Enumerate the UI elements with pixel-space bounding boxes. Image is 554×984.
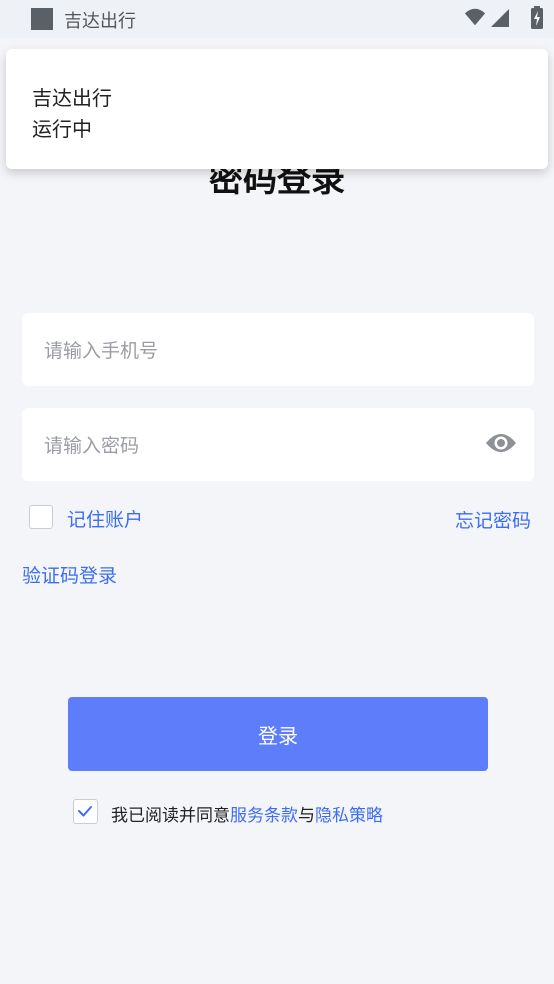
password-field <box>22 408 534 483</box>
signal-icon <box>491 9 509 27</box>
notification-text: 运行中 <box>32 117 92 141</box>
privacy-link[interactable]: 隐私策略 <box>315 806 383 826</box>
remember-account-checkbox[interactable] <box>29 505 53 529</box>
forgot-password-link[interactable]: 忘记密码 <box>455 506 531 533</box>
eye-icon[interactable] <box>485 431 517 455</box>
remember-account-label[interactable]: 记住账户 <box>67 505 143 532</box>
password-input[interactable] <box>42 408 486 483</box>
wifi-icon <box>464 8 486 26</box>
notification-card[interactable]: 吉达出行 运行中 <box>6 49 548 169</box>
app-icon <box>31 8 53 30</box>
terms-link[interactable]: 服务条款 <box>230 806 298 826</box>
agreement-and: 与 <box>298 806 315 826</box>
agreement-text: 我已阅读并同意服务条款与隐私策略 <box>111 801 383 826</box>
status-bar: 吉达出行 <box>0 0 554 38</box>
login-button[interactable]: 登录 <box>68 697 488 771</box>
phone-input[interactable] <box>42 313 486 388</box>
sms-login-link[interactable]: 验证码登录 <box>22 561 117 588</box>
agreement-checkbox[interactable] <box>73 799 98 824</box>
battery-icon <box>531 6 543 29</box>
agreement-prefix: 我已阅读并同意 <box>111 806 230 826</box>
notification-title: 吉达出行 <box>32 86 112 110</box>
phone-field <box>22 313 534 388</box>
status-bar-app-name: 吉达出行 <box>64 11 136 32</box>
check-icon <box>78 806 92 817</box>
